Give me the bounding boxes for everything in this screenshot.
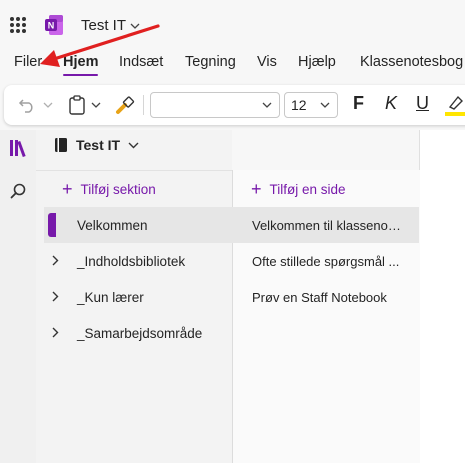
chevron-down-icon bbox=[128, 142, 139, 148]
italic-button[interactable]: K bbox=[385, 93, 397, 114]
app-launcher-icon[interactable] bbox=[10, 17, 26, 33]
page-label: Prøv en Staff Notebook bbox=[252, 289, 387, 305]
chevron-right-icon[interactable] bbox=[52, 327, 59, 338]
notebook-selector[interactable]: Test IT bbox=[54, 137, 139, 153]
page-item[interactable]: Prøv en Staff Notebook bbox=[232, 279, 419, 315]
chevron-down-icon bbox=[320, 102, 330, 108]
section-kun-laerer[interactable]: _Kun lærer bbox=[44, 279, 232, 315]
notebooks-icon[interactable] bbox=[9, 139, 29, 157]
section-color-tag bbox=[48, 213, 56, 237]
section-indholdsbibliotek[interactable]: _Indholdsbibliotek bbox=[44, 243, 232, 279]
notebook-icon bbox=[55, 138, 67, 152]
highlight-icon[interactable] bbox=[444, 93, 465, 117]
section-label: Velkommen bbox=[77, 217, 148, 233]
chevron-right-icon[interactable] bbox=[52, 291, 59, 302]
paste-icon[interactable] bbox=[66, 94, 88, 116]
ribbon-toolbar: 12 F K U bbox=[4, 85, 465, 125]
section-label: _Samarbejdsområde bbox=[77, 325, 203, 341]
chevron-down-icon bbox=[262, 102, 272, 108]
tab-hjaelp[interactable]: Hjælp bbox=[298, 54, 336, 70]
page-item[interactable]: Velkommen til klassenot... bbox=[232, 207, 419, 243]
tab-tegning[interactable]: Tegning bbox=[185, 54, 236, 70]
tab-klassenotesbog[interactable]: Klassenotesbog bbox=[360, 54, 463, 70]
plus-icon: + bbox=[62, 179, 73, 199]
undo-icon[interactable] bbox=[16, 95, 38, 115]
font-size-select[interactable]: 12 bbox=[284, 92, 338, 118]
plus-icon: + bbox=[251, 179, 262, 199]
search-icon[interactable] bbox=[10, 183, 26, 199]
undo-dropdown-icon[interactable] bbox=[42, 99, 54, 111]
add-section-button[interactable]: + Tilføj sektion bbox=[62, 180, 156, 198]
page-content-area[interactable] bbox=[419, 130, 465, 463]
underline-button[interactable]: U bbox=[416, 93, 429, 114]
section-samarbejdsomraade[interactable]: _Samarbejdsområde bbox=[44, 315, 232, 351]
section-velkommen[interactable]: Velkommen bbox=[44, 207, 232, 243]
bold-button[interactable]: F bbox=[353, 93, 364, 114]
notebook-name: Test IT bbox=[76, 137, 121, 153]
font-size-value: 12 bbox=[291, 97, 307, 113]
section-label: _Indholdsbibliotek bbox=[77, 253, 186, 269]
paste-dropdown-icon[interactable] bbox=[90, 99, 102, 111]
page-label: Velkommen til klassenot... bbox=[252, 217, 402, 233]
format-painter-icon[interactable] bbox=[114, 94, 136, 116]
font-name-select[interactable] bbox=[150, 92, 280, 118]
add-page-label: Tilføj en side bbox=[269, 181, 346, 197]
section-label: _Kun lærer bbox=[77, 289, 144, 305]
chevron-right-icon[interactable] bbox=[52, 255, 59, 266]
page-label: Ofte stillede spørgsmål ... bbox=[252, 253, 400, 269]
tab-vis[interactable]: Vis bbox=[257, 54, 277, 70]
annotation-arrow bbox=[40, 24, 160, 67]
add-page-button[interactable]: + Tilføj en side bbox=[251, 180, 346, 198]
left-rail bbox=[0, 130, 36, 463]
page-item[interactable]: Ofte stillede spørgsmål ... bbox=[232, 243, 419, 279]
add-section-label: Tilføj sektion bbox=[80, 181, 156, 197]
